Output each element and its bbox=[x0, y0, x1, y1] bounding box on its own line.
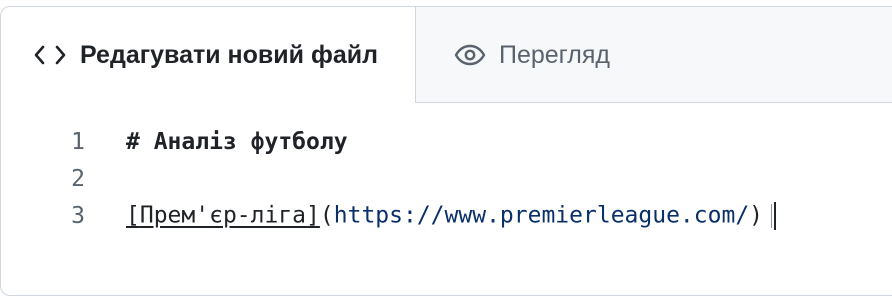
link-bracket-open: [ bbox=[126, 202, 140, 228]
paren-close: ) bbox=[749, 202, 764, 228]
eye-icon bbox=[454, 44, 486, 66]
editor-tab-bar: Редагувати новий файл Перегляд bbox=[1, 7, 892, 103]
paren-open: ( bbox=[319, 202, 334, 228]
code-icon bbox=[33, 44, 67, 66]
code-editor[interactable]: 1 # Аналіз футболу 2 3 [Прем'єр-ліга](ht… bbox=[1, 123, 892, 234]
link-text: Прем'єр-ліга bbox=[139, 202, 307, 228]
editor-line: 1 # Аналіз футболу bbox=[1, 123, 892, 160]
tab-preview-label: Перегляд bbox=[499, 40, 610, 69]
tab-preview[interactable]: Перегляд bbox=[416, 7, 892, 103]
line-number: 1 bbox=[71, 128, 85, 155]
line-number: 3 bbox=[71, 202, 85, 229]
tab-edit-label: Редагувати новий файл bbox=[80, 40, 378, 69]
editor-line: 3 [Прем'єр-ліга](https://www.premierleag… bbox=[1, 197, 892, 234]
editor-line: 2 bbox=[1, 160, 892, 197]
line-number: 2 bbox=[71, 165, 85, 192]
link-url: https://www.premierleague.com/ bbox=[333, 202, 750, 228]
text-cursor-ghost bbox=[771, 203, 773, 228]
file-editor-panel: Редагувати новий файл Перегляд 1 # Аналі… bbox=[0, 6, 892, 296]
markdown-heading: # Аналіз футболу bbox=[126, 128, 348, 155]
tab-edit-new-file[interactable]: Редагувати новий файл bbox=[1, 7, 416, 103]
text-cursor bbox=[774, 201, 777, 230]
link-bracket-close: ] bbox=[306, 202, 320, 228]
markdown-link: [Прем'єр-ліга](https://www.premierleague… bbox=[126, 201, 777, 230]
